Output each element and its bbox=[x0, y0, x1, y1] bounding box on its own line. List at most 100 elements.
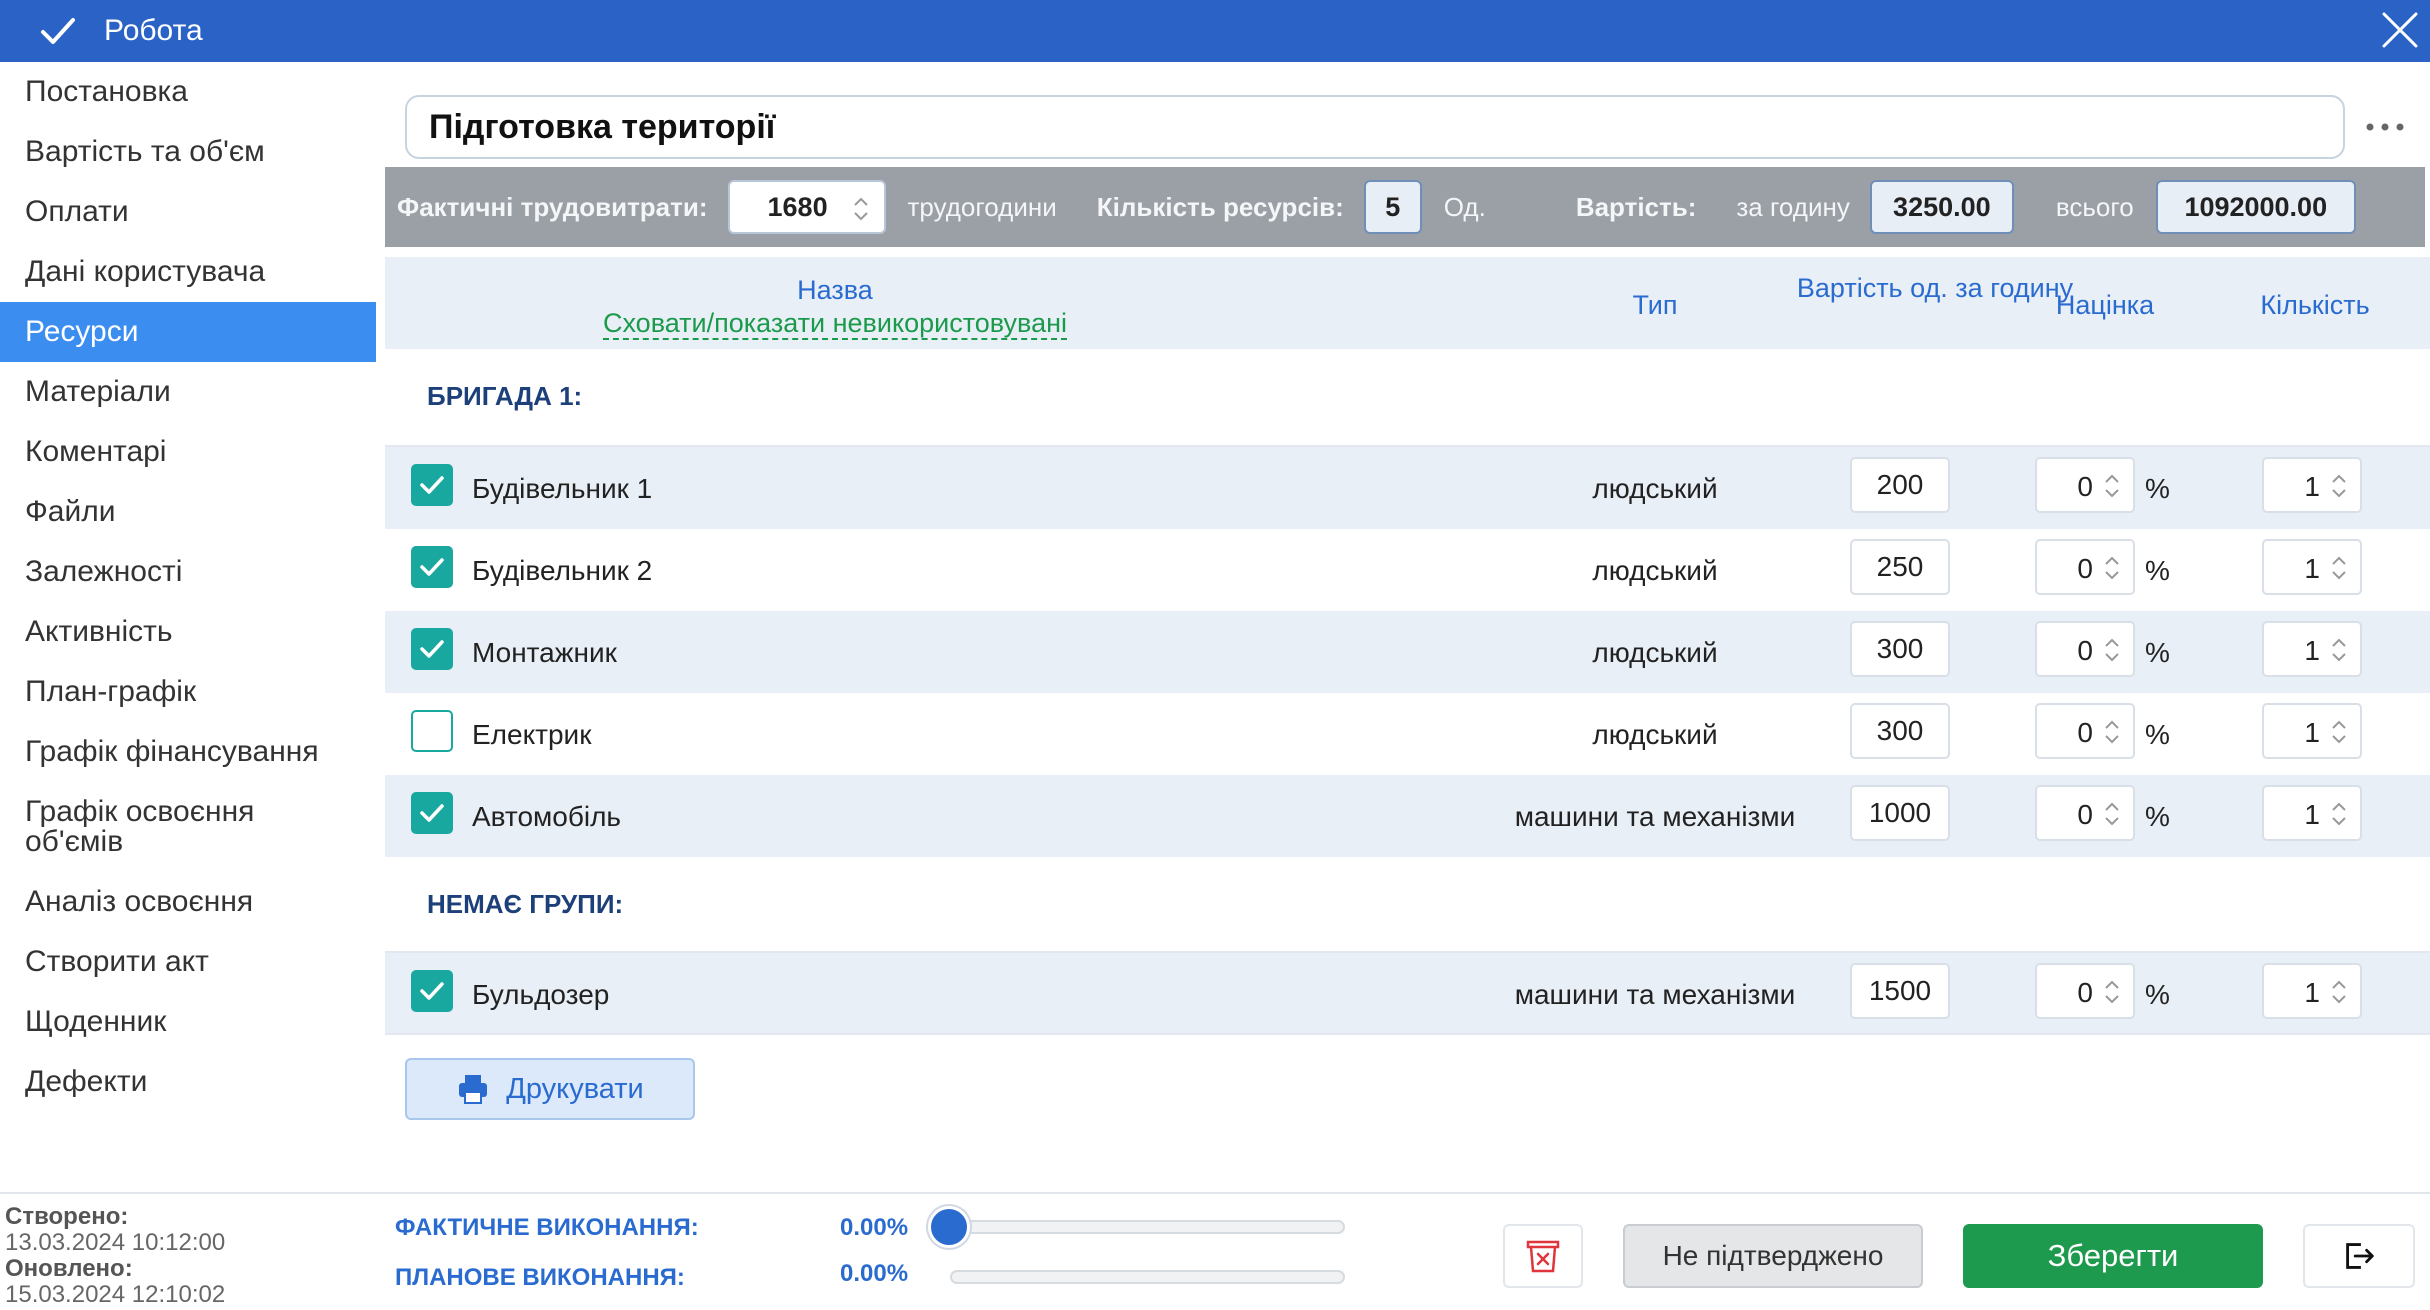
stepper-icon[interactable] bbox=[2101, 553, 2123, 583]
markup-stepper[interactable]: 0 bbox=[2035, 703, 2135, 759]
check-icon bbox=[420, 558, 444, 576]
row-checkbox[interactable] bbox=[411, 464, 453, 506]
row-checkbox[interactable] bbox=[411, 628, 453, 670]
sidebar-item-resources[interactable]: Ресурси bbox=[0, 302, 376, 362]
header-qty: Кількість bbox=[2260, 290, 2370, 320]
sidebar-item-volume-schedule[interactable]: Графік освоєння об'ємів bbox=[0, 782, 376, 872]
window-title: Робота bbox=[104, 14, 203, 47]
sidebar-item-diary[interactable]: Щоденник bbox=[0, 992, 376, 1052]
created-label: Створено: bbox=[5, 1203, 129, 1230]
sidebar-item-dependencies[interactable]: Залежності bbox=[0, 542, 376, 602]
updated-value: 15.03.2024 12:10:02 bbox=[5, 1281, 226, 1308]
stepper-icon[interactable] bbox=[2101, 471, 2123, 501]
printer-icon bbox=[459, 1075, 488, 1104]
print-label: Друкувати bbox=[506, 1072, 644, 1105]
sidebar-item-activity[interactable]: Активність bbox=[0, 602, 376, 662]
stepper-icon[interactable] bbox=[2101, 977, 2123, 1007]
percent-sign: % bbox=[2145, 473, 2170, 504]
stepper-icon[interactable] bbox=[2328, 799, 2350, 829]
sidebar-item-postanovka[interactable]: Постановка bbox=[0, 62, 376, 122]
quantity-stepper[interactable]: 1 bbox=[2262, 963, 2362, 1019]
check-icon bbox=[420, 640, 444, 658]
per-hour-value: 3250.00 bbox=[1869, 180, 2014, 234]
total-value: 1092000.00 bbox=[2155, 180, 2356, 234]
check-icon bbox=[420, 476, 444, 494]
row-checkbox[interactable] bbox=[411, 546, 453, 588]
per-hour-label: за годину bbox=[1736, 191, 1850, 222]
task-name-input[interactable]: Підготовка території bbox=[405, 95, 2345, 159]
cost-input[interactable]: 1000 bbox=[1850, 785, 1950, 841]
sidebar-item-create-act[interactable]: Створити акт bbox=[0, 932, 376, 992]
labor-input[interactable]: 1680 bbox=[727, 180, 886, 234]
markup-stepper[interactable]: 0 bbox=[2035, 785, 2135, 841]
header-markup: Націнка bbox=[2055, 290, 2155, 320]
percent-sign: % bbox=[2145, 637, 2170, 668]
sidebar-item-user-data[interactable]: Дані користувача bbox=[0, 242, 376, 302]
print-button[interactable]: Друкувати bbox=[405, 1058, 695, 1120]
actual-progress-value: 0.00% bbox=[840, 1214, 909, 1241]
row-checkbox[interactable] bbox=[411, 970, 453, 1012]
labor-unit: трудогодини bbox=[907, 191, 1057, 222]
toggle-unused-link[interactable]: Сховати/показати невикористовувані bbox=[602, 308, 1067, 340]
cost-input[interactable]: 300 bbox=[1850, 621, 1950, 677]
actual-progress-label: ФАКТИЧНЕ ВИКОНАННЯ: bbox=[395, 1214, 699, 1241]
sidebar-item-cost-volume[interactable]: Вартість та об'єм bbox=[0, 122, 376, 182]
group-header: НЕМАЄ ГРУПИ: bbox=[385, 857, 2430, 953]
sidebar-item-analysis[interactable]: Аналіз освоєння bbox=[0, 872, 376, 932]
markup-stepper[interactable]: 0 bbox=[2035, 457, 2135, 513]
check-icon bbox=[420, 804, 444, 822]
resource-name: Бульдозер bbox=[472, 979, 610, 1010]
markup-stepper[interactable]: 0 bbox=[2035, 539, 2135, 595]
percent-sign: % bbox=[2145, 801, 2170, 832]
save-button[interactable]: Зберегти bbox=[1963, 1224, 2263, 1288]
percent-sign: % bbox=[2145, 555, 2170, 586]
actual-progress-slider[interactable] bbox=[950, 1220, 1345, 1234]
labor-label: Фактичні трудовитрати: bbox=[397, 191, 708, 222]
quantity-stepper[interactable]: 1 bbox=[2262, 621, 2362, 677]
more-options-icon[interactable] bbox=[2360, 112, 2410, 142]
status-button[interactable]: Не підтверджено bbox=[1623, 1224, 1923, 1288]
sidebar: Постановка Вартість та об'єм Оплати Дані… bbox=[0, 62, 376, 1112]
close-icon[interactable] bbox=[2378, 8, 2422, 52]
quantity-stepper[interactable]: 1 bbox=[2262, 703, 2362, 759]
quantity-stepper[interactable]: 1 bbox=[2262, 539, 2362, 595]
row-checkbox[interactable] bbox=[411, 710, 453, 752]
sidebar-item-schedule[interactable]: План-графік bbox=[0, 662, 376, 722]
actual-progress-handle[interactable] bbox=[928, 1206, 970, 1248]
quantity-stepper[interactable]: 1 bbox=[2262, 785, 2362, 841]
planned-progress-value: 0.00% bbox=[840, 1260, 909, 1287]
cost-input[interactable]: 1500 bbox=[1850, 963, 1950, 1019]
sidebar-item-financing-schedule[interactable]: Графік фінансування bbox=[0, 722, 376, 782]
markup-stepper[interactable]: 0 bbox=[2035, 621, 2135, 677]
exit-button[interactable] bbox=[2303, 1224, 2415, 1288]
sidebar-item-defects[interactable]: Дефекти bbox=[0, 1052, 376, 1112]
sidebar-item-files[interactable]: Файли bbox=[0, 482, 376, 542]
stepper-icon[interactable] bbox=[2328, 977, 2350, 1007]
resource-name: Будівельник 2 bbox=[472, 555, 653, 586]
cost-input[interactable]: 300 bbox=[1850, 703, 1950, 759]
markup-stepper[interactable]: 0 bbox=[2035, 963, 2135, 1019]
stepper-icon[interactable] bbox=[850, 194, 872, 224]
summary-bar: Фактичні трудовитрати: 1680 трудогодини … bbox=[385, 167, 2425, 247]
row-checkbox[interactable] bbox=[411, 792, 453, 834]
cost-input[interactable]: 250 bbox=[1850, 539, 1950, 595]
sidebar-item-payments[interactable]: Оплати bbox=[0, 182, 376, 242]
table-row: Будівельник 1 людський 200 0 % 1 bbox=[385, 447, 2430, 529]
quantity-stepper[interactable]: 1 bbox=[2262, 457, 2362, 513]
resource-name: Автомобіль bbox=[472, 801, 622, 832]
stepper-icon[interactable] bbox=[2328, 717, 2350, 747]
stepper-icon[interactable] bbox=[2101, 717, 2123, 747]
stepper-icon[interactable] bbox=[2328, 635, 2350, 665]
updated-label: Оновлено: bbox=[5, 1255, 133, 1282]
created-value: 13.03.2024 10:12:00 bbox=[5, 1229, 226, 1256]
stepper-icon[interactable] bbox=[2101, 799, 2123, 829]
sidebar-item-comments[interactable]: Коментарі bbox=[0, 422, 376, 482]
stepper-icon[interactable] bbox=[2328, 553, 2350, 583]
sidebar-item-materials[interactable]: Матеріали bbox=[0, 362, 376, 422]
stepper-icon[interactable] bbox=[2101, 635, 2123, 665]
resource-name: Електрик bbox=[472, 719, 592, 750]
trash-icon bbox=[1526, 1240, 1560, 1273]
stepper-icon[interactable] bbox=[2328, 471, 2350, 501]
delete-button[interactable] bbox=[1503, 1224, 1583, 1288]
cost-input[interactable]: 200 bbox=[1850, 457, 1950, 513]
